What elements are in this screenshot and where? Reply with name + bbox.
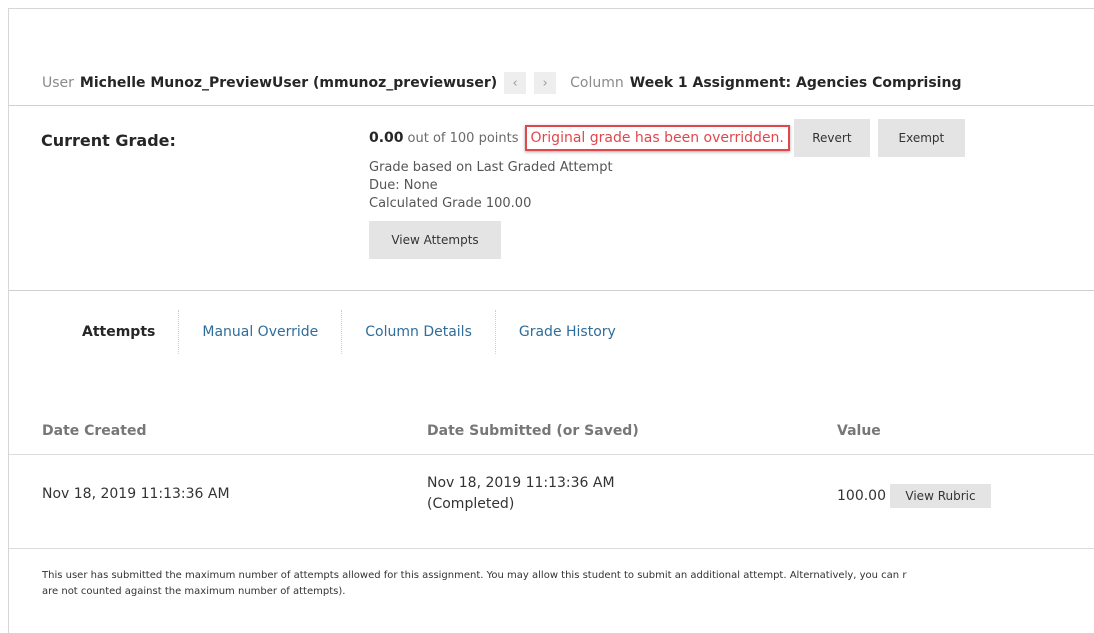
- view-rubric-button[interactable]: View Rubric: [890, 484, 991, 508]
- grade-details: Grade based on Last Graded Attempt Due: …: [369, 159, 1089, 213]
- notice-line: This user has submitted the maximum numb…: [42, 570, 907, 581]
- next-user-button[interactable]: ›: [534, 72, 557, 94]
- view-attempts-button[interactable]: View Attempts: [369, 221, 501, 259]
- max-attempts-notice: This user has submitted the maximum numb…: [42, 568, 1094, 602]
- chevron-left-icon: ‹: [512, 75, 518, 91]
- table-divider: [9, 454, 1094, 455]
- chevron-right-icon: ›: [542, 75, 548, 91]
- current-grade-box: Current Grade: 0.00 out of 100 points Or…: [9, 105, 1094, 291]
- header-date-created: Date Created: [42, 423, 147, 439]
- table-divider: [9, 548, 1094, 549]
- header-value: Value: [837, 423, 881, 439]
- submitted-timestamp: Nov 18, 2019 11:13:36 AM: [427, 475, 615, 491]
- attempt-status: (Completed): [427, 496, 515, 512]
- header-date-submitted: Date Submitted (or Saved): [427, 423, 639, 439]
- calculated-grade: Calculated Grade 100.00: [369, 196, 532, 211]
- attempt-date-created: Nov 18, 2019 11:13:36 AM: [42, 486, 230, 502]
- attempt-value: 100.00 View Rubric: [837, 484, 991, 508]
- tab-manual-override[interactable]: Manual Override: [179, 311, 341, 353]
- tab-grade-history[interactable]: Grade History: [496, 311, 639, 353]
- grade-details-panel: User Michelle Munoz_PreviewUser (mmunoz_…: [8, 8, 1094, 633]
- due-date: Due: None: [369, 178, 438, 193]
- exempt-button[interactable]: Exempt: [877, 119, 965, 157]
- tab-bar: Attempts Manual Override Column Details …: [61, 310, 639, 354]
- attempt-date-submitted: Nov 18, 2019 11:13:36 AM (Completed): [427, 473, 615, 515]
- revert-button[interactable]: Revert: [793, 119, 870, 157]
- table-row: Nov 18, 2019 11:13:36 AM Nov 18, 2019 11…: [42, 465, 1094, 535]
- grade-out-of: out of 100 points: [407, 130, 519, 146]
- current-grade-title: Current Grade:: [41, 131, 176, 150]
- grade-basis: Grade based on Last Graded Attempt: [369, 160, 613, 175]
- user-name: Michelle Munoz_PreviewUser (mmunoz_previ…: [79, 75, 498, 91]
- grade-score-row: 0.00 out of 100 points Original grade ha…: [369, 119, 1089, 157]
- attempt-score: 100.00: [837, 488, 886, 504]
- tab-column-details[interactable]: Column Details: [342, 311, 495, 353]
- tab-attempts[interactable]: Attempts: [61, 311, 178, 353]
- grade-score: 0.00: [369, 130, 404, 146]
- grade-info: 0.00 out of 100 points Original grade ha…: [369, 119, 1089, 259]
- user-label: User: [42, 75, 74, 91]
- previous-user-button[interactable]: ‹: [504, 72, 527, 94]
- override-message: Original grade has been overridden.: [524, 125, 790, 151]
- grade-center-header: User Michelle Munoz_PreviewUser (mmunoz_…: [42, 71, 961, 95]
- column-label: Column: [570, 75, 624, 91]
- column-name: Week 1 Assignment: Agencies Comprising: [629, 75, 962, 91]
- notice-line: are not counted against the maximum numb…: [42, 586, 346, 597]
